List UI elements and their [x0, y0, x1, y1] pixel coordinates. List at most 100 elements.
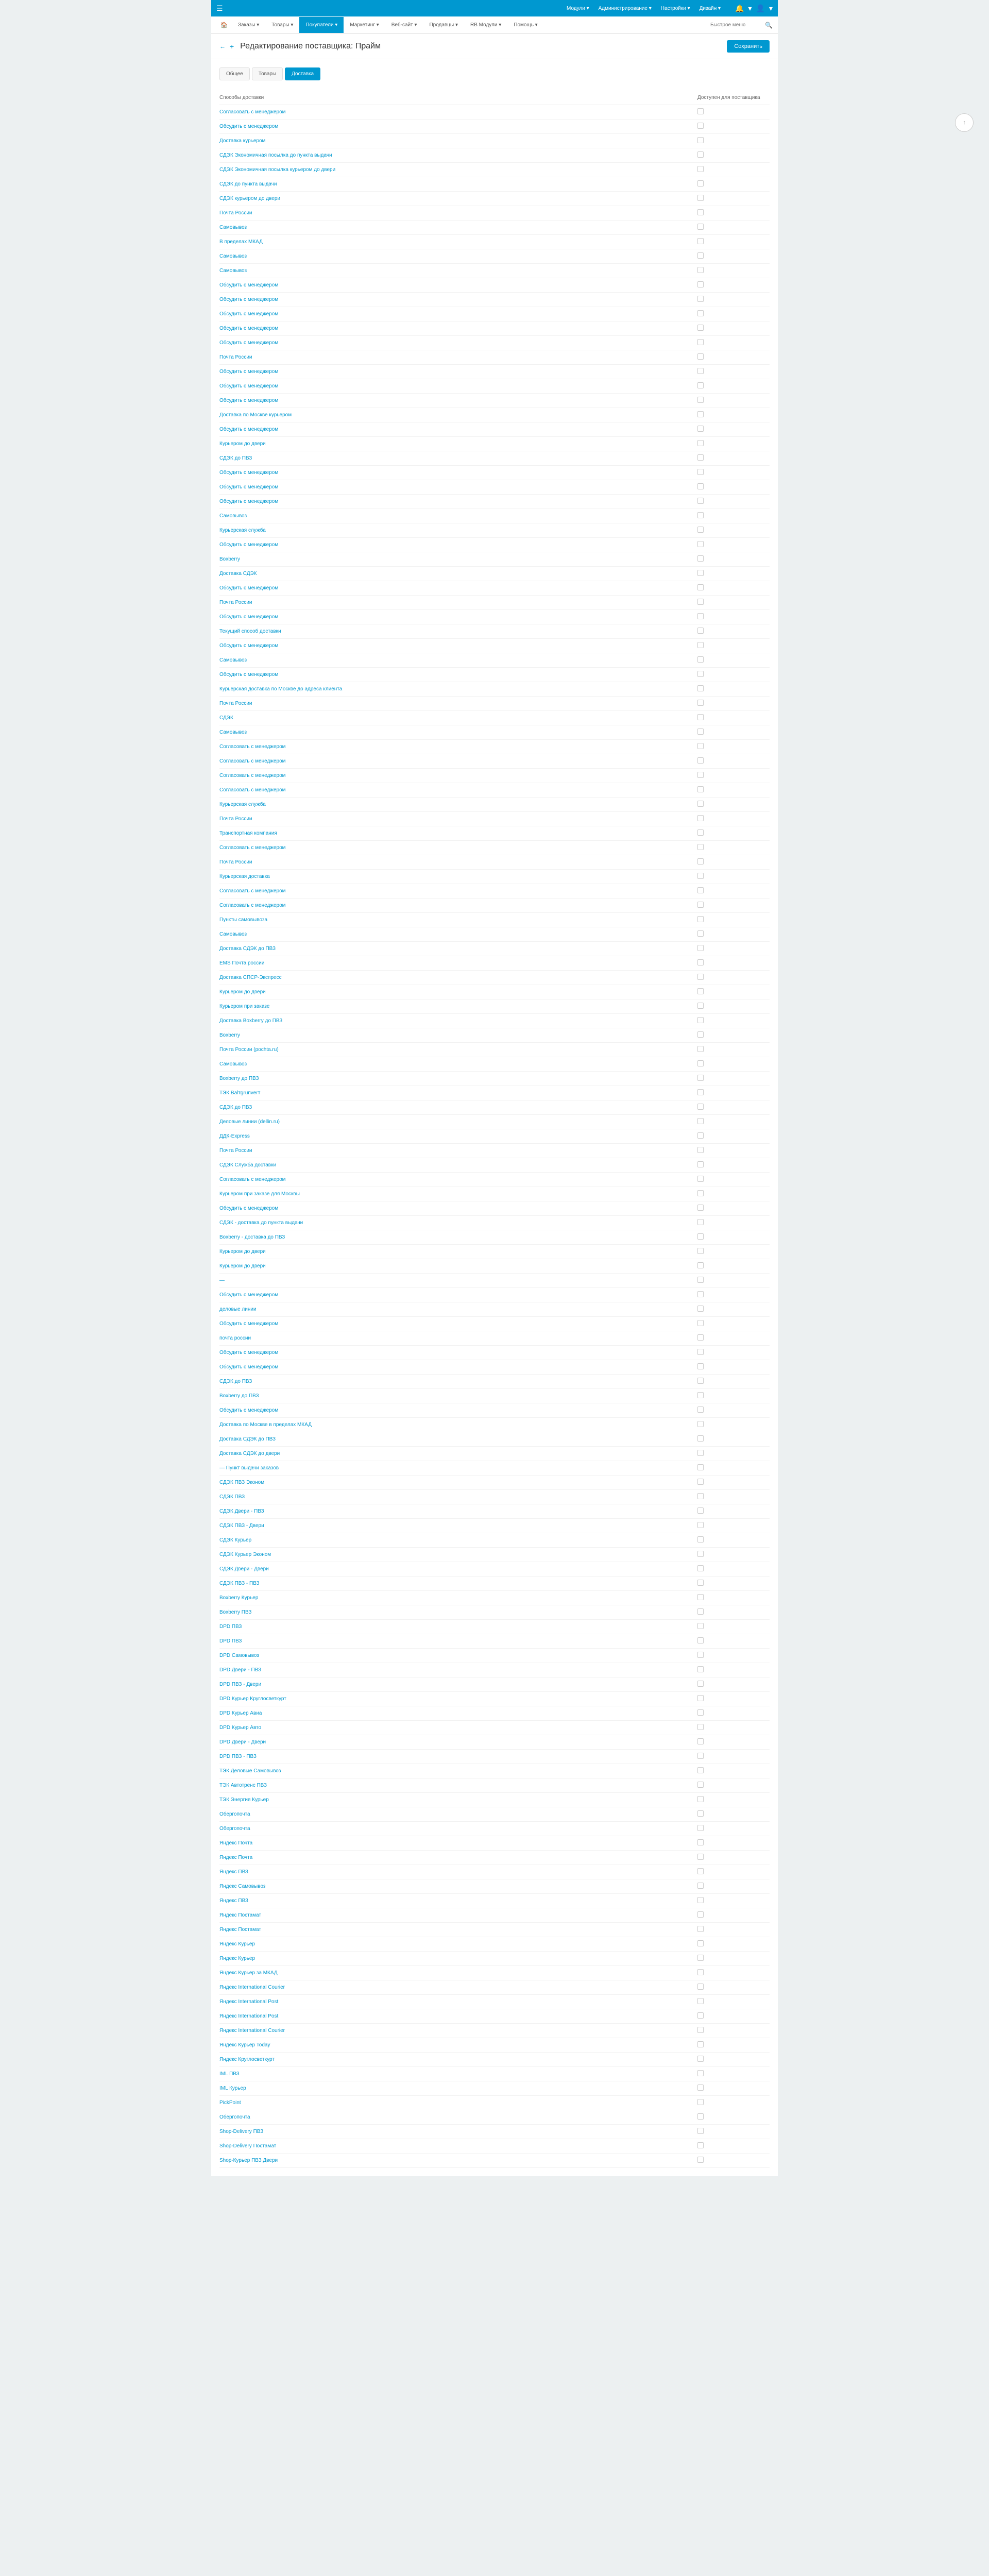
tab[interactable]: Общее — [219, 67, 250, 80]
availability-checkbox[interactable] — [697, 1060, 704, 1066]
availability-checkbox[interactable] — [697, 1363, 704, 1369]
availability-checkbox[interactable] — [697, 1017, 704, 1023]
availability-checkbox[interactable] — [697, 1334, 704, 1341]
shipping-method-link[interactable]: Яндекс Постамат — [219, 1912, 697, 1918]
search-icon[interactable]: 🔍 — [765, 22, 773, 29]
shipping-method-link[interactable]: DPD ПВЗ — [219, 1638, 697, 1644]
shipping-method-link[interactable]: Согласовать с менеджером — [219, 888, 697, 894]
shipping-method-link[interactable]: Обсудить с менеджером — [219, 398, 697, 403]
shipping-method-link[interactable]: Самовывоз — [219, 513, 697, 519]
availability-checkbox[interactable] — [697, 512, 704, 518]
availability-checkbox[interactable] — [697, 2157, 704, 2163]
availability-checkbox[interactable] — [697, 498, 704, 504]
availability-checkbox[interactable] — [697, 873, 704, 879]
shipping-method-link[interactable]: Согласовать с менеджером — [219, 1177, 697, 1182]
shipping-method-link[interactable]: Обсудить с менеджером — [219, 326, 697, 331]
shipping-method-link[interactable]: ТЭК Энергия Курьер — [219, 1797, 697, 1803]
shipping-method-link[interactable]: Shop-Delivery ПВЗ — [219, 2129, 697, 2134]
shipping-method-link[interactable]: DPD Самовывоз — [219, 1653, 697, 1658]
shipping-method-link[interactable]: Самовывоз — [219, 931, 697, 937]
shipping-method-link[interactable]: Почта России — [219, 1148, 697, 1154]
shipping-method-link[interactable]: Яндекс International Courier — [219, 1985, 697, 1990]
availability-checkbox[interactable] — [697, 195, 704, 201]
availability-checkbox[interactable] — [697, 1421, 704, 1427]
shipping-method-link[interactable]: Обсудить с менеджером — [219, 470, 697, 476]
availability-checkbox[interactable] — [697, 1378, 704, 1384]
tab[interactable]: Товары — [252, 67, 283, 80]
availability-checkbox[interactable] — [697, 1176, 704, 1182]
shipping-method-link[interactable]: DPD ПВЗ — [219, 1624, 697, 1630]
shipping-method-link[interactable]: Boxberry — [219, 1032, 697, 1038]
availability-checkbox[interactable] — [697, 1897, 704, 1903]
shipping-method-link[interactable]: Согласовать с менеджером — [219, 903, 697, 908]
shipping-method-link[interactable]: Почта России (pochta.ru) — [219, 1047, 697, 1053]
availability-checkbox[interactable] — [697, 1291, 704, 1297]
shipping-method-link[interactable]: Курьером до двери — [219, 1263, 697, 1269]
shipping-method-link[interactable]: СДЭК ПВЗ - Двери — [219, 1523, 697, 1529]
topbar-menu-item[interactable]: Модули ▾ — [562, 4, 593, 13]
availability-checkbox[interactable] — [697, 1551, 704, 1557]
shipping-method-link[interactable]: Доставка СПСР-Экспресс — [219, 975, 697, 980]
availability-checkbox[interactable] — [697, 1623, 704, 1629]
shipping-method-link[interactable]: Обсудить с менеджером — [219, 643, 697, 649]
shipping-method-link[interactable]: Деловые линии (dellin.ru) — [219, 1119, 697, 1125]
availability-checkbox[interactable] — [697, 1652, 704, 1658]
availability-checkbox[interactable] — [697, 1306, 704, 1312]
shipping-method-link[interactable]: — Пункт выдачи заказов — [219, 1465, 697, 1471]
shipping-method-link[interactable]: Яндекс International Post — [219, 2013, 697, 2019]
availability-checkbox[interactable] — [697, 628, 704, 634]
shipping-method-link[interactable]: Яндекс Курьер — [219, 1956, 697, 1961]
shipping-method-link[interactable]: Доставка Boxberry до ПВЗ — [219, 1018, 697, 1024]
availability-checkbox[interactable] — [697, 469, 704, 475]
shipping-method-link[interactable]: ТЭК Деловые Самовывоз — [219, 1768, 697, 1774]
availability-checkbox[interactable] — [697, 1955, 704, 1961]
availability-checkbox[interactable] — [697, 1262, 704, 1268]
availability-checkbox[interactable] — [697, 108, 704, 114]
home-icon[interactable]: 🏠 — [216, 22, 232, 28]
availability-checkbox[interactable] — [697, 527, 704, 533]
availability-checkbox[interactable] — [697, 1839, 704, 1845]
shipping-method-link[interactable]: Обсудить с менеджером — [219, 1350, 697, 1355]
quick-menu-input[interactable] — [710, 22, 762, 28]
nav-item[interactable]: Покупатели ▾ — [299, 17, 344, 33]
availability-checkbox[interactable] — [697, 2142, 704, 2148]
availability-checkbox[interactable] — [697, 151, 704, 158]
availability-checkbox[interactable] — [697, 1147, 704, 1153]
dropdown-icon[interactable]: ▾ — [748, 4, 752, 13]
availability-checkbox[interactable] — [697, 959, 704, 965]
shipping-method-link[interactable]: Обсудить с менеджером — [219, 672, 697, 677]
shipping-method-link[interactable]: Почта России — [219, 816, 697, 822]
shipping-method-link[interactable]: Курьерская доставка по Москве до адреса … — [219, 686, 697, 692]
shipping-method-link[interactable]: DPD Двери - Двери — [219, 1739, 697, 1745]
availability-checkbox[interactable] — [697, 829, 704, 836]
user-icon[interactable]: 👤 — [756, 4, 765, 13]
availability-checkbox[interactable] — [697, 1998, 704, 2004]
availability-checkbox[interactable] — [697, 858, 704, 865]
availability-checkbox[interactable] — [697, 916, 704, 922]
shipping-method-link[interactable]: Почта России — [219, 354, 697, 360]
nav-item[interactable]: RB Модули ▾ — [464, 17, 507, 33]
shipping-method-link[interactable]: Доставка СДЭК до двери — [219, 1451, 697, 1456]
shipping-method-link[interactable]: Яндекс International Courier — [219, 2028, 697, 2033]
shipping-method-link[interactable]: Обсудить с менеджером — [219, 484, 697, 490]
back-button[interactable]: ← — [219, 43, 226, 50]
shipping-method-link[interactable]: Согласовать с менеджером — [219, 109, 697, 115]
availability-checkbox[interactable] — [697, 1666, 704, 1672]
availability-checkbox[interactable] — [697, 642, 704, 648]
availability-checkbox[interactable] — [697, 1248, 704, 1254]
shipping-method-link[interactable]: СДЭК до ПВЗ — [219, 1105, 697, 1110]
availability-checkbox[interactable] — [697, 988, 704, 994]
shipping-method-link[interactable]: СДЭК Курьер Эконом — [219, 1552, 697, 1557]
shipping-method-link[interactable]: Shop-Курьер ПВЗ Двери — [219, 2158, 697, 2163]
shipping-method-link[interactable]: DPD Двери - ПВЗ — [219, 1667, 697, 1673]
shipping-method-link[interactable]: PickPoint — [219, 2100, 697, 2106]
availability-checkbox[interactable] — [697, 584, 704, 590]
availability-checkbox[interactable] — [697, 1825, 704, 1831]
availability-checkbox[interactable] — [697, 786, 704, 792]
shipping-method-link[interactable]: СДЭК до пункта выдачи — [219, 181, 697, 187]
availability-checkbox[interactable] — [697, 1984, 704, 1990]
availability-checkbox[interactable] — [697, 1003, 704, 1009]
save-button[interactable]: Сохранить — [727, 40, 770, 53]
topbar-menu-item[interactable]: Дизайн ▾ — [695, 4, 725, 13]
shipping-method-link[interactable]: Обсудить с менеджером — [219, 369, 697, 375]
